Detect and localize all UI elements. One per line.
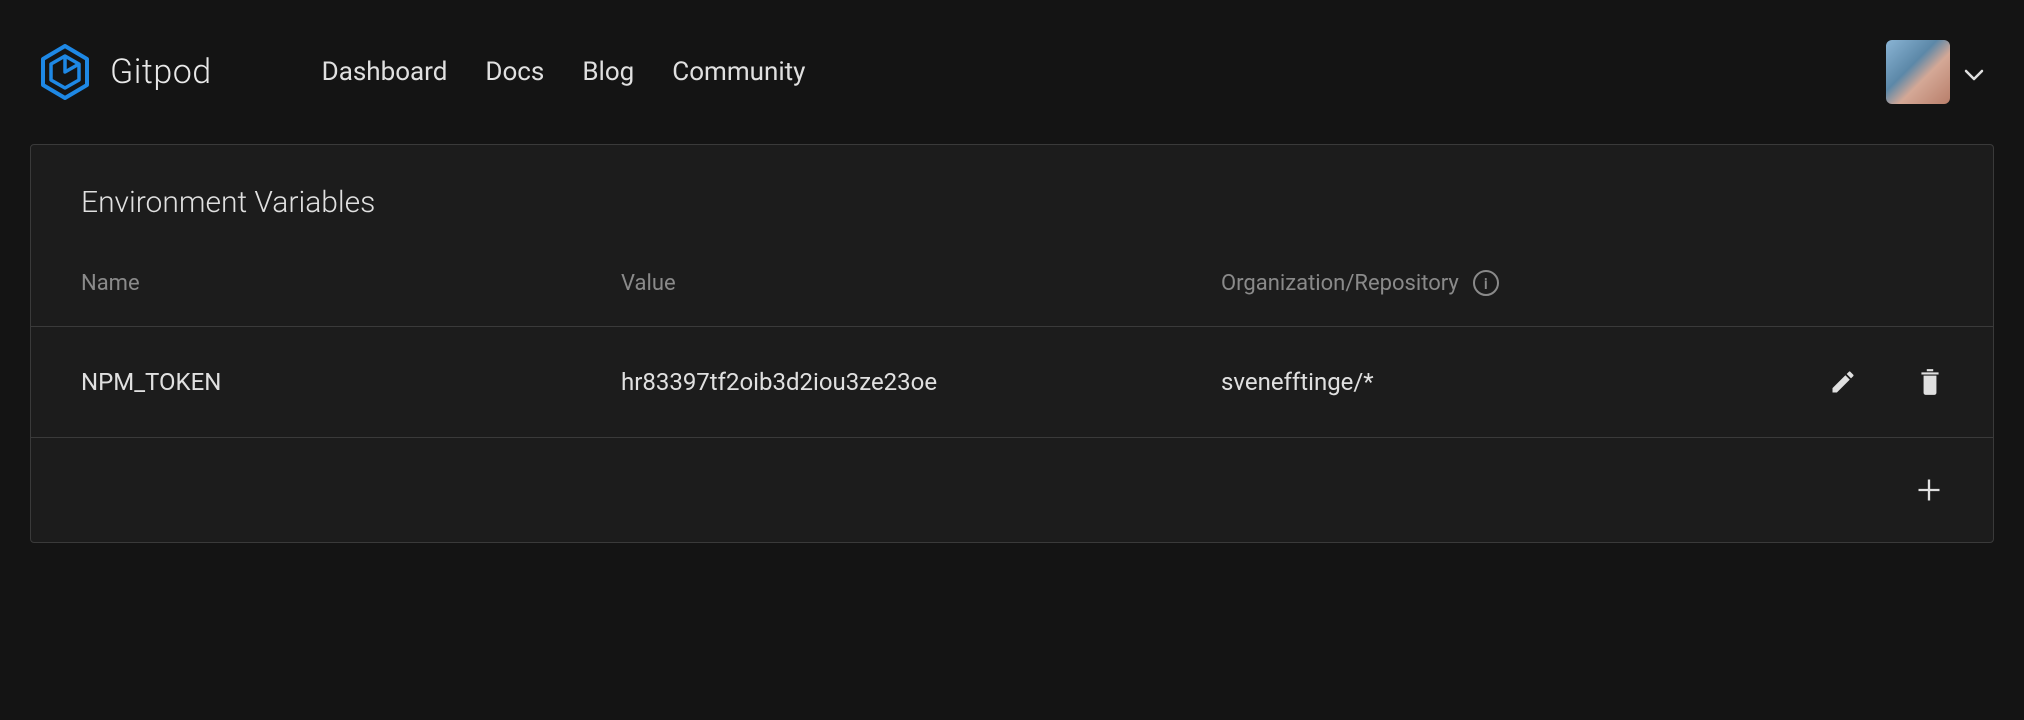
env-var-value: hr83397tf2oib3d2iou3ze23oe bbox=[621, 368, 1221, 396]
nav-dashboard[interactable]: Dashboard bbox=[322, 57, 448, 87]
user-menu-toggle[interactable] bbox=[1964, 66, 1984, 78]
column-header-name: Name bbox=[81, 271, 621, 296]
env-var-name: NPM_TOKEN bbox=[81, 368, 621, 396]
env-vars-panel: Environment Variables Name Value Organiz… bbox=[30, 144, 1994, 543]
nav-community[interactable]: Community bbox=[672, 57, 805, 87]
nav-blog[interactable]: Blog bbox=[582, 57, 634, 87]
main-content: Environment Variables Name Value Organiz… bbox=[0, 144, 2024, 543]
header-right bbox=[1886, 40, 1984, 104]
env-var-org: svenefftinge/* bbox=[1221, 368, 1671, 396]
nav-docs[interactable]: Docs bbox=[485, 57, 544, 87]
add-row bbox=[31, 438, 1993, 542]
table-row: NPM_TOKEN hr83397tf2oib3d2iou3ze23oe sve… bbox=[31, 327, 1993, 438]
plus-icon bbox=[1915, 476, 1943, 504]
add-button[interactable] bbox=[1915, 476, 1943, 504]
trash-icon bbox=[1917, 367, 1943, 397]
row-actions bbox=[1829, 367, 1943, 397]
column-header-org: Organization/Repository bbox=[1221, 271, 1459, 296]
header: Gitpod Dashboard Docs Blog Community bbox=[0, 0, 2024, 144]
info-icon[interactable]: i bbox=[1473, 270, 1499, 296]
table-header: Name Value Organization/Repository i bbox=[31, 270, 1993, 327]
column-header-org-group: Organization/Repository i bbox=[1221, 270, 1671, 296]
avatar[interactable] bbox=[1886, 40, 1950, 104]
column-header-value: Value bbox=[621, 271, 1221, 296]
gitpod-logo-icon bbox=[40, 44, 90, 100]
panel-title: Environment Variables bbox=[31, 145, 1993, 270]
pencil-icon bbox=[1829, 368, 1857, 396]
delete-button[interactable] bbox=[1917, 367, 1943, 397]
logo-group[interactable]: Gitpod bbox=[40, 44, 212, 100]
edit-button[interactable] bbox=[1829, 368, 1857, 396]
brand-name: Gitpod bbox=[110, 52, 212, 92]
main-nav: Dashboard Docs Blog Community bbox=[322, 57, 806, 87]
